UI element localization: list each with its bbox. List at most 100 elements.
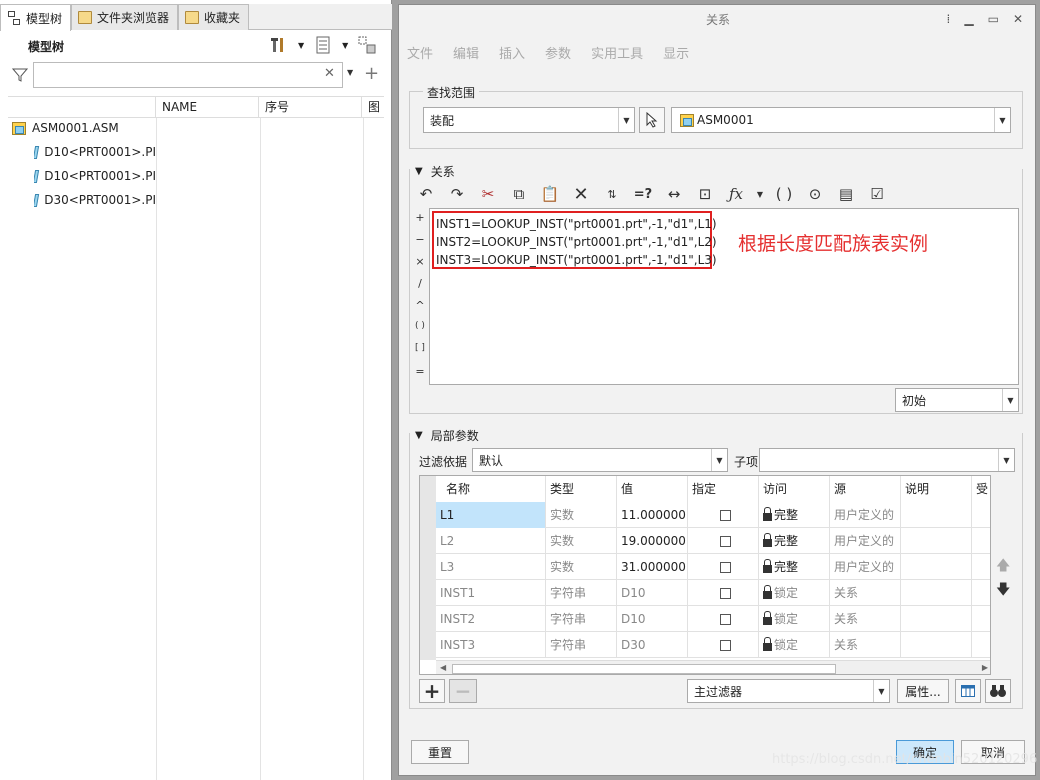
delete-icon[interactable]: ✕ <box>570 183 592 205</box>
search-params-button[interactable] <box>985 679 1011 703</box>
param-designate[interactable] <box>688 632 759 658</box>
param-designate[interactable] <box>688 580 759 606</box>
param-designate[interactable] <box>688 528 759 554</box>
param-value[interactable]: 31.000000 <box>617 554 688 580</box>
param-description[interactable] <box>901 580 972 606</box>
paste-icon[interactable]: 📋 <box>539 183 561 205</box>
operator-power-button[interactable]: ^ <box>413 299 427 321</box>
col-name[interactable]: 名称 <box>436 476 546 502</box>
designate-checkbox[interactable] <box>720 588 731 599</box>
evaluate-icon[interactable]: =? <box>632 183 654 205</box>
menu-file[interactable]: 文件 <box>407 43 433 62</box>
operator-multiply-button[interactable]: × <box>413 255 427 277</box>
menu-display[interactable]: 显示 <box>663 43 689 62</box>
param-name[interactable]: L1 <box>436 502 546 528</box>
col-designate[interactable]: 指定 <box>688 476 759 502</box>
scrollbar-thumb[interactable] <box>452 664 836 674</box>
param-description[interactable] <box>901 632 972 658</box>
tab-favorites[interactable]: 收藏夹 <box>178 4 250 30</box>
scroll-left-icon[interactable]: ◀ <box>440 663 446 672</box>
operator-minus-button[interactable]: − <box>413 233 427 255</box>
table-row[interactable]: L3 实数 31.000000 完整 用户定义的 <box>436 554 990 580</box>
param-name[interactable]: INST2 <box>436 606 546 632</box>
param-designate[interactable] <box>688 606 759 632</box>
checklist-icon[interactable]: ☑ <box>866 183 888 205</box>
show-options-icon[interactable] <box>314 36 332 54</box>
undo-icon[interactable]: ↶ <box>415 183 437 205</box>
operator-plus-button[interactable]: + <box>413 211 427 233</box>
operator-equals-button[interactable]: = <box>413 365 427 387</box>
param-name[interactable]: L3 <box>436 554 546 580</box>
minimize-icon[interactable]: ▁ <box>964 12 973 26</box>
main-filter-select[interactable]: 主过滤器 ▼ <box>687 679 890 703</box>
param-name[interactable]: INST3 <box>436 632 546 658</box>
maximize-icon[interactable]: ▭ <box>988 12 999 26</box>
param-description[interactable] <box>901 606 972 632</box>
relations-editor[interactable]: INST1=LOOKUP_INST("prt0001.prt",-1,"d1",… <box>429 208 1019 385</box>
table-row[interactable]: INST1 字符串 D10 锁定 关系 <box>436 580 990 606</box>
chevron-down-icon[interactable]: ▼ <box>298 41 304 50</box>
function-icon[interactable]: ƒx <box>725 183 747 205</box>
cut-icon[interactable]: ✂ <box>477 183 499 205</box>
move-up-icon[interactable]: 🡅 <box>996 555 1010 579</box>
col-type[interactable]: 类型 <box>546 476 617 502</box>
filter-select[interactable]: 默认 ▼ <box>472 448 728 472</box>
reset-button[interactable]: 重置 <box>411 740 469 764</box>
designate-checkbox[interactable] <box>720 510 731 521</box>
col-restricted[interactable]: 受 <box>972 476 990 502</box>
column-index[interactable]: 序号 <box>259 97 362 118</box>
redo-icon[interactable]: ↷ <box>446 183 468 205</box>
menu-edit[interactable]: 编辑 <box>453 43 479 62</box>
dimension-icon[interactable]: ↔ <box>663 183 685 205</box>
operator-divide-button[interactable]: / <box>413 277 427 299</box>
menu-insert[interactable]: 插入 <box>499 43 525 62</box>
filter-icon[interactable] <box>12 67 28 83</box>
col-description[interactable]: 说明 <box>901 476 972 502</box>
scroll-right-icon[interactable]: ▶ <box>982 663 988 672</box>
horizontal-scrollbar[interactable]: ◀ ▶ <box>436 660 990 674</box>
add-param-button[interactable]: + <box>419 679 445 703</box>
column-figure[interactable]: 图 <box>362 97 384 118</box>
col-access[interactable]: 访问 <box>759 476 830 502</box>
tab-model-tree[interactable]: 模型树 <box>0 4 72 31</box>
col-value[interactable]: 值 <box>617 476 688 502</box>
parentheses-icon[interactable]: ( ) <box>773 183 795 205</box>
menu-icon[interactable]: ⁞ <box>947 12 951 26</box>
param-access[interactable]: 完整 <box>759 502 830 528</box>
table-row[interactable]: L2 实数 19.000000 完整 用户定义的 <box>436 528 990 554</box>
param-value[interactable]: 19.000000 <box>617 528 688 554</box>
subitem-select[interactable]: ▼ <box>759 448 1015 472</box>
properties-button[interactable]: 属性... <box>897 679 949 703</box>
model-tree-search-input[interactable] <box>33 62 343 88</box>
designate-checkbox[interactable] <box>720 562 731 573</box>
designate-checkbox[interactable] <box>720 536 731 547</box>
col-source[interactable]: 源 <box>830 476 901 502</box>
scope-object-select[interactable]: ASM0001 ▼ <box>671 107 1011 133</box>
measure-icon[interactable]: ⊡ <box>694 183 716 205</box>
tree-columns-icon[interactable] <box>358 36 376 54</box>
tree-node-part[interactable]: D10<PRT0001>.PI <box>34 169 156 183</box>
param-name[interactable]: L2 <box>436 528 546 554</box>
tree-node-part[interactable]: D10<PRT0001>.PI <box>34 145 156 159</box>
table-row[interactable]: INST2 字符串 D10 锁定 关系 <box>436 606 990 632</box>
param-description[interactable] <box>901 502 972 528</box>
menu-parameters[interactable]: 参数 <box>545 43 571 62</box>
copy-icon[interactable]: ⧉ <box>508 183 530 205</box>
chevron-down-icon[interactable]: ▼ <box>342 41 348 50</box>
table-row[interactable]: L1 实数 11.000000 完整 用户定义的 <box>436 502 990 528</box>
param-value[interactable]: 11.000000 <box>617 502 688 528</box>
chevron-down-icon[interactable]: ▼ <box>347 68 353 77</box>
param-name[interactable]: INST1 <box>436 580 546 606</box>
operator-bracket-button[interactable]: [ ] <box>413 343 427 365</box>
close-icon[interactable]: ✕ <box>1013 12 1023 26</box>
operator-paren-button[interactable]: ( ) <box>413 321 427 343</box>
close-icon[interactable]: ✕ <box>324 66 335 81</box>
sort-relations-icon[interactable]: ⇅ <box>601 183 623 205</box>
column-name[interactable]: NAME <box>156 97 259 118</box>
table-row[interactable]: INST3 字符串 D30 锁定 关系 <box>436 632 990 658</box>
tree-node-part[interactable]: D30<PRT0001>.PI <box>34 193 156 207</box>
param-access[interactable]: 完整 <box>759 554 830 580</box>
chevron-down-icon[interactable]: ▼ <box>756 183 764 205</box>
menu-utilities[interactable]: 实用工具 <box>591 43 643 62</box>
param-designate[interactable] <box>688 554 759 580</box>
